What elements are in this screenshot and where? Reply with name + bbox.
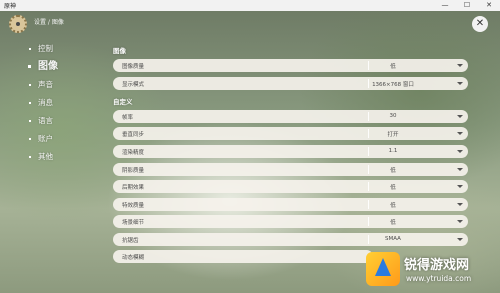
nav-item-language[interactable]: 语言 (24, 112, 58, 130)
setting-row-anti-aliasing[interactable]: 抗锯齿 SMAA (113, 233, 468, 246)
setting-label: 场景细节 (122, 220, 145, 226)
setting-row-render-resolution[interactable]: 渲染精度 1.1 (113, 145, 468, 158)
site-logo-icon (366, 252, 400, 286)
setting-row-vsync[interactable]: 垂直同步 打开 (113, 127, 468, 140)
nav-item-account[interactable]: 账户 (24, 130, 58, 148)
watermark-url: www.ytruida.com (406, 274, 472, 283)
nav-item-label: 图像 (38, 61, 58, 72)
close-settings-button[interactable]: ✕ (472, 16, 488, 32)
setting-label: 后期效果 (122, 185, 145, 191)
setting-label: 图像质量 (122, 64, 145, 70)
dropdown-arrow-icon[interactable] (457, 64, 463, 67)
setting-value: 低 (390, 220, 396, 226)
window-title: 原神 (4, 3, 17, 10)
setting-row-effects-quality[interactable]: 特效质量 低 (113, 198, 468, 211)
nav-item-label: 账户 (38, 134, 53, 143)
breadcrumb: 设置 / 图像 (34, 19, 64, 26)
section-title-custom: 自定义 (113, 98, 133, 106)
settings-nav: 控制 图像 声音 消息 语言 账户 其他 (24, 40, 58, 166)
dropdown-arrow-icon[interactable] (457, 168, 463, 171)
setting-row-post-processing[interactable]: 后期效果 低 (113, 180, 468, 193)
setting-label: 帧率 (122, 115, 134, 121)
setting-row-frame-rate[interactable]: 帧率 30 (113, 110, 468, 123)
nav-item-label: 消息 (38, 98, 53, 107)
setting-label: 动态模糊 (122, 255, 145, 261)
setting-row-shadow-quality[interactable]: 阴影质量 低 (113, 163, 468, 176)
setting-value: 低 (390, 168, 396, 174)
nav-item-label: 其他 (38, 152, 53, 161)
minimize-button[interactable]: — (434, 0, 456, 11)
nav-item-audio[interactable]: 声音 (24, 76, 58, 94)
nav-item-label: 语言 (38, 116, 53, 125)
nav-bullet-icon (29, 138, 31, 140)
settings-gear-icon (9, 15, 27, 33)
nav-item-label: 声音 (38, 80, 53, 89)
setting-row-motion-blur[interactable]: 动态模糊 (113, 250, 373, 263)
window-close-button[interactable]: ✕ (478, 0, 500, 11)
dropdown-arrow-icon[interactable] (457, 203, 463, 206)
dropdown-arrow-icon[interactable] (457, 115, 463, 118)
dropdown-arrow-icon[interactable] (457, 132, 463, 135)
setting-value: 低 (390, 64, 396, 70)
nav-item-other[interactable]: 其他 (24, 148, 58, 166)
dropdown-arrow-icon[interactable] (457, 185, 463, 188)
setting-label: 渲染精度 (122, 150, 145, 156)
section-title-graphics: 图像 (113, 47, 126, 55)
nav-item-controls[interactable]: 控制 (24, 40, 58, 58)
setting-row-graphics-quality[interactable]: 图像质量 低 (113, 59, 468, 72)
dropdown-arrow-icon[interactable] (457, 82, 463, 85)
nav-bullet-icon (29, 84, 31, 86)
setting-label: 垂直同步 (122, 132, 145, 138)
setting-value: 打开 (387, 132, 399, 138)
setting-row-scene-detail[interactable]: 场景细节 低 (113, 215, 468, 228)
site-watermark: 锐得游戏网 www.ytruida.com (366, 250, 496, 288)
nav-item-label: 控制 (38, 44, 53, 53)
dropdown-arrow-icon[interactable] (457, 238, 463, 241)
nav-bullet-icon (29, 156, 31, 158)
nav-bullet-icon (29, 120, 31, 122)
dropdown-arrow-icon[interactable] (457, 150, 463, 153)
dropdown-arrow-icon[interactable] (457, 220, 463, 223)
nav-bullet-icon (29, 102, 31, 104)
setting-value: 1366×768 窗口 (372, 82, 414, 88)
nav-item-graphics[interactable]: 图像 (24, 58, 58, 76)
nav-bullet-icon (29, 48, 31, 50)
setting-value: 低 (390, 203, 396, 209)
setting-value: 30 (389, 113, 397, 119)
setting-label: 显示模式 (122, 82, 145, 88)
nav-item-messages[interactable]: 消息 (24, 94, 58, 112)
nav-bullet-icon (28, 65, 31, 68)
maximize-button[interactable]: ☐ (456, 0, 478, 11)
watermark-title: 锐得游戏网 (404, 258, 470, 273)
setting-value: 1.1 (388, 148, 398, 154)
setting-value: 低 (390, 185, 396, 191)
setting-row-display-mode[interactable]: 显示模式 1366×768 窗口 (113, 77, 468, 90)
setting-value: SMAA (385, 236, 401, 242)
setting-label: 特效质量 (122, 203, 145, 209)
setting-label: 阴影质量 (122, 168, 145, 174)
setting-label: 抗锯齿 (122, 238, 139, 244)
